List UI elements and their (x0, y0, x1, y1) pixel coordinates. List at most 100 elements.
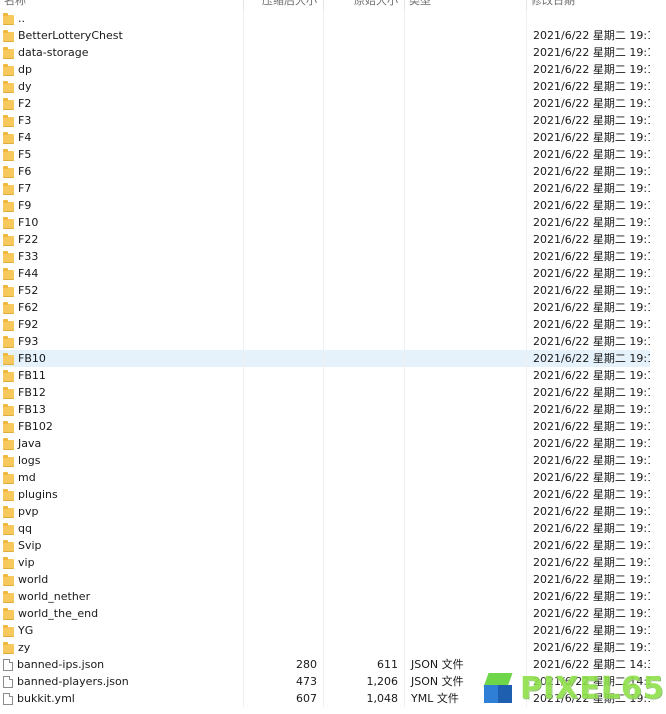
row-modified-date: 2021/6/22 星期二 19:1... (533, 29, 650, 42)
folder-row[interactable]: qq 2021/6/22 星期二 19:1... (0, 520, 650, 537)
row-type (405, 418, 527, 435)
folder-row[interactable]: Svip 2021/6/22 星期二 19:1... (0, 537, 650, 554)
row-name: FB102 (18, 420, 53, 433)
row-compressed-size (244, 248, 324, 265)
folder-row[interactable]: F5 2021/6/22 星期二 19:1... (0, 146, 650, 163)
folder-row[interactable]: logs 2021/6/22 星期二 19:1... (0, 452, 650, 469)
folder-row[interactable]: F6 2021/6/22 星期二 19:1... (0, 163, 650, 180)
folder-row[interactable]: F2 2021/6/22 星期二 19:1... (0, 95, 650, 112)
row-compressed-size (244, 435, 324, 452)
row-compressed-size (244, 605, 324, 622)
row-modified-date: 2021/6/22 星期二 19:1... (533, 335, 650, 348)
folder-icon (3, 97, 14, 110)
row-name: F33 (18, 250, 39, 263)
folder-icon (3, 590, 14, 603)
column-compressed-size[interactable]: 压缩后大小 (244, 0, 324, 10)
row-modified-date: 2021/6/22 星期二 19:1... (533, 454, 650, 467)
row-original-size (324, 469, 405, 486)
folder-icon (3, 403, 14, 416)
folder-icon (3, 573, 14, 586)
folder-row[interactable]: F3 2021/6/22 星期二 19:1... (0, 112, 650, 129)
row-compressed-size (244, 197, 324, 214)
row-type (405, 537, 527, 554)
row-name: FB10 (18, 352, 46, 365)
folder-icon (3, 46, 14, 59)
row-compressed-size (244, 452, 324, 469)
row-name-cell: F52 (0, 282, 244, 299)
folder-icon (3, 556, 14, 569)
row-name-cell: F4 (0, 129, 244, 146)
row-name-cell: vip (0, 554, 244, 571)
column-modified[interactable]: 修改日期 (527, 0, 666, 10)
row-name: world_nether (18, 590, 91, 603)
row-name-cell: FB13 (0, 401, 244, 418)
row-original-size (324, 503, 405, 520)
folder-row[interactable]: F93 2021/6/22 星期二 19:1... (0, 333, 650, 350)
folder-row[interactable]: world_the_end 2021/6/22 星期二 19:1... (0, 605, 650, 622)
row-modified-date: 2021/6/22 星期二 19:1... (533, 352, 650, 365)
folder-row[interactable]: F4 2021/6/22 星期二 19:1... (0, 129, 650, 146)
folder-row[interactable]: FB11 2021/6/22 星期二 19:1... (0, 367, 650, 384)
folder-row[interactable]: zy 2021/6/22 星期二 19:1... (0, 639, 650, 656)
folder-icon (3, 318, 14, 331)
row-name-cell: world_the_end (0, 605, 244, 622)
folder-row[interactable]: FB10 2021/6/22 星期二 19:1... (0, 350, 650, 367)
folder-row[interactable]: md 2021/6/22 星期二 19:1... (0, 469, 650, 486)
row-compressed-size (244, 95, 324, 112)
folder-row[interactable]: FB13 2021/6/22 星期二 19:1... (0, 401, 650, 418)
row-original-size (324, 248, 405, 265)
folder-row[interactable]: FB102 2021/6/22 星期二 19:1... (0, 418, 650, 435)
folder-row[interactable]: F33 2021/6/22 星期二 19:1... (0, 248, 650, 265)
folder-row[interactable]: FB12 2021/6/22 星期二 19:1... (0, 384, 650, 401)
row-name-cell: dp (0, 61, 244, 78)
row-original-size (324, 61, 405, 78)
row-original-size (324, 95, 405, 112)
row-name-cell: YG (0, 622, 244, 639)
folder-row[interactable]: plugins 2021/6/22 星期二 19:1... (0, 486, 650, 503)
row-name-cell: FB11 (0, 367, 244, 384)
column-type[interactable]: 类型 (405, 0, 527, 10)
folder-row[interactable]: Java 2021/6/22 星期二 19:1... (0, 435, 650, 452)
row-type (405, 78, 527, 95)
row-name: F3 (18, 114, 32, 127)
column-name[interactable]: 名称 (0, 0, 244, 10)
row-compressed-size (244, 418, 324, 435)
file-icon (3, 658, 13, 671)
folder-row[interactable]: F44 2021/6/22 星期二 19:1... (0, 265, 650, 282)
folder-row[interactable]: pvp 2021/6/22 星期二 19:1... (0, 503, 650, 520)
folder-row[interactable]: YG 2021/6/22 星期二 19:1... (0, 622, 650, 639)
row-name: F44 (18, 267, 39, 280)
folder-row[interactable]: F52 2021/6/22 星期二 19:1... (0, 282, 650, 299)
row-modified-date: 2021/6/22 星期二 19:1... (533, 522, 650, 535)
folder-row[interactable]: F92 2021/6/22 星期二 19:1... (0, 316, 650, 333)
folder-row[interactable]: F62 2021/6/22 星期二 19:1... (0, 299, 650, 316)
folder-row[interactable]: world 2021/6/22 星期二 19:1... (0, 571, 650, 588)
row-compressed-size (244, 282, 324, 299)
row-type (405, 146, 527, 163)
row-modified-date: 2021/6/22 星期二 19:1... (533, 318, 650, 331)
row-original-size (324, 435, 405, 452)
row-original-size (324, 10, 405, 27)
row-modified-date: 2021/6/22 星期二 19:1... (533, 233, 650, 246)
row-compressed-size (244, 265, 324, 282)
folder-row[interactable]: world_nether 2021/6/22 星期二 19:1... (0, 588, 650, 605)
folder-row[interactable]: F9 2021/6/22 星期二 19:1... (0, 197, 650, 214)
column-original-size[interactable]: 原始大小 (324, 0, 405, 10)
folder-row[interactable]: dy 2021/6/22 星期二 19:1... (0, 78, 650, 95)
row-original-size (324, 44, 405, 61)
folder-row[interactable]: F10 2021/6/22 星期二 19:1... (0, 214, 650, 231)
folder-row[interactable]: F22 2021/6/22 星期二 19:1... (0, 231, 650, 248)
row-compressed-size (244, 299, 324, 316)
folder-row[interactable]: .. (0, 10, 650, 27)
folder-row[interactable]: BetterLotteryChest 2021/6/22 星期二 19:1... (0, 27, 650, 44)
folder-icon (3, 471, 14, 484)
folder-row[interactable]: dp 2021/6/22 星期二 19:1... (0, 61, 650, 78)
folder-icon (3, 437, 14, 450)
row-compressed-size (244, 571, 324, 588)
folder-row[interactable]: vip 2021/6/22 星期二 19:1... (0, 554, 650, 571)
folder-row[interactable]: data-storage 2021/6/22 星期二 19:1... (0, 44, 650, 61)
folder-row[interactable]: F7 2021/6/22 星期二 19:1... (0, 180, 650, 197)
row-compressed-size (244, 231, 324, 248)
folder-icon (3, 335, 14, 348)
row-modified-date: 2021/6/22 星期二 19:1... (533, 437, 650, 450)
